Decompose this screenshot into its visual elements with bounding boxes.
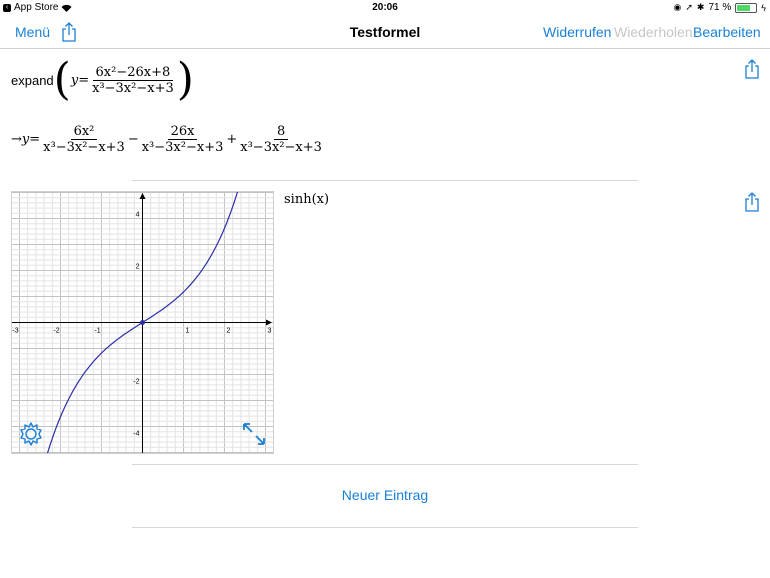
undo-button[interactable]: Widerrufen	[543, 24, 611, 40]
paren-open: (	[53, 54, 71, 105]
navigation-bar: Menü Testformel Widerrufen Wiederholen B…	[0, 16, 770, 49]
term-denominator: x³−3x²−x+3	[43, 140, 125, 155]
equals-sign: =	[29, 132, 41, 147]
new-entry-button[interactable]: Neuer Eintrag	[0, 487, 770, 503]
equals-sign: =	[78, 72, 90, 88]
output-lhs: y	[21, 132, 30, 147]
paren-close: )	[176, 54, 194, 105]
y-tick-label: 2	[136, 264, 140, 271]
input-numerator: 6x²−26x+8	[92, 65, 174, 81]
term-denominator: x³−3x²−x+3	[141, 140, 224, 155]
output-term: 8 x³−3x²−x+3	[237, 124, 325, 155]
entry-output: → y = 6x² x³−3x²−x+3 − 26x x³−3x²−x+3 + 8 x³…	[11, 124, 325, 155]
x-axis-arrow	[266, 319, 272, 326]
battery-percent: 71 %	[708, 2, 732, 13]
entry-input: expand ( y = 6x²−26x+8 x³−3x²−x+3 )	[11, 58, 194, 102]
x-tick-label: 3	[268, 328, 272, 335]
y-tick-label: 4	[136, 212, 140, 219]
expand-icon[interactable]	[241, 421, 267, 447]
output-term: 26x x³−3x²−x+3	[139, 124, 227, 155]
status-right: ◉ ➚ ✱ 71 % ϟ	[673, 2, 766, 13]
y-tick-label: -4	[133, 431, 139, 438]
input-lhs: y	[70, 72, 79, 88]
location-icon: ➚	[685, 2, 693, 12]
term-operator: +	[226, 132, 238, 147]
term-operator: −	[127, 132, 139, 147]
graph-panel[interactable]: -3 -2 -1 1 2 3 4 2 -2 -4	[11, 190, 274, 455]
status-time: 20:06	[372, 2, 398, 13]
graph-share-icon[interactable]	[744, 192, 760, 212]
entry-share-icon[interactable]	[744, 59, 760, 79]
input-denominator: x³−3x²−x+3	[92, 80, 174, 96]
y-axis-arrow	[139, 193, 146, 199]
sinh-plot[interactable]: -3 -2 -1 1 2 3 4 2 -2 -4	[12, 190, 273, 455]
divider	[132, 180, 638, 181]
settings-gear-icon[interactable]	[18, 421, 44, 447]
edit-button[interactable]: Bearbeiten	[693, 24, 761, 40]
result-arrow: →	[11, 132, 22, 147]
redo-button[interactable]: Wiederholen	[614, 24, 693, 40]
term-numerator: 26x	[167, 124, 198, 140]
charging-icon: ϟ	[761, 2, 766, 13]
divider	[132, 464, 638, 465]
input-fraction: 6x²−26x+8 x³−3x²−x+3	[89, 65, 177, 96]
graph-expression: sinh(x)	[284, 192, 330, 207]
term-denominator: x³−3x²−x+3	[240, 140, 322, 155]
function-name: expand	[11, 72, 54, 88]
term-numerator: 8	[273, 124, 289, 140]
bluetooth-icon: ✱	[696, 2, 705, 12]
term-numerator: 6x²	[70, 124, 98, 140]
output-term: 6x² x³−3x²−x+3	[40, 124, 128, 155]
y-tick-label: -2	[133, 379, 139, 386]
origin-point[interactable]	[140, 320, 145, 325]
battery-icon	[735, 2, 758, 13]
status-bar: ‹ App Store 20:06 ◉ ➚ ✱ 71 % ϟ	[0, 0, 770, 16]
x-tick-label: -3	[12, 328, 18, 335]
x-tick-label: -1	[94, 328, 100, 335]
x-tick-label: -2	[53, 328, 59, 335]
x-tick-label: 1	[186, 328, 190, 335]
x-tick-label: 2	[227, 328, 231, 335]
rotation-lock-icon: ◉	[673, 2, 682, 12]
divider	[132, 527, 638, 528]
